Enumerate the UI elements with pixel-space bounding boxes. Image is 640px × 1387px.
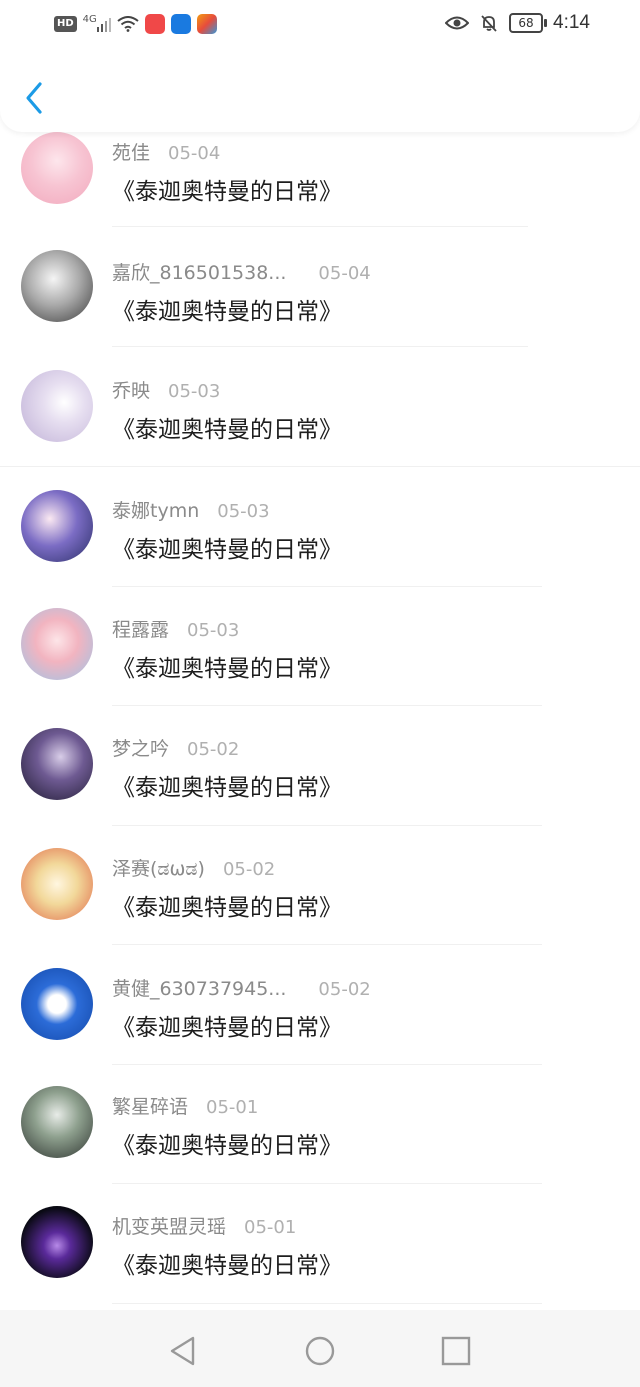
comment-date: 05-02 xyxy=(222,859,276,880)
comment-list[interactable]: 苑佳 05-04 《泰迦奥特曼的日常》 嘉欣_816501538... 05-0… xyxy=(0,0,640,1310)
comment-title: 《泰迦奥特曼的日常》 xyxy=(112,895,342,921)
divider xyxy=(112,1064,542,1065)
wifi-icon xyxy=(117,16,139,32)
nav-back-button[interactable] xyxy=(166,1334,200,1368)
comment-title: 《泰迦奥特曼的日常》 xyxy=(112,537,342,563)
avatar[interactable] xyxy=(21,608,93,680)
user-name[interactable]: 程露露 xyxy=(112,615,169,642)
battery-indicator: 68 xyxy=(509,13,548,33)
divider xyxy=(112,825,542,826)
user-name[interactable]: 乔映 xyxy=(112,376,150,403)
comment-title: 《泰迦奥特曼的日常》 xyxy=(112,417,342,443)
comment-date: 05-04 xyxy=(168,143,221,164)
bulb-app-icon xyxy=(170,14,191,34)
comment-title: 《泰迦奥特曼的日常》 xyxy=(112,656,342,682)
list-item[interactable]: 黄健_630737945... 05-02 《泰迦奥特曼的日常》 xyxy=(0,946,640,1066)
user-name[interactable]: 黄健_630737945... xyxy=(112,974,286,1001)
list-item[interactable]: 泰娜tymn 05-03 《泰迦奥特曼的日常》 xyxy=(0,468,640,588)
back-button[interactable] xyxy=(20,80,50,116)
comment-title: 《泰迦奥特曼的日常》 xyxy=(112,299,342,325)
tools-app-icon xyxy=(196,14,217,34)
signal-icon xyxy=(96,18,111,32)
avatar[interactable] xyxy=(21,728,93,800)
status-bar: HD 4G 68 4:14 xyxy=(0,0,640,52)
eye-icon xyxy=(445,16,470,30)
avatar[interactable] xyxy=(21,848,93,920)
divider xyxy=(112,226,528,227)
divider xyxy=(112,705,542,706)
comment-title: 《泰迦奥特曼的日常》 xyxy=(112,1253,342,1279)
list-item[interactable]: 嘉欣_816501538... 05-04 《泰迦奥特曼的日常》 xyxy=(0,228,640,348)
avatar[interactable] xyxy=(21,490,93,562)
comment-title: 《泰迦奥特曼的日常》 xyxy=(112,1015,342,1041)
list-item[interactable]: 泽赛(ಡωಡ) 05-02 《泰迦奥特曼的日常》 xyxy=(0,828,640,948)
clock: 4:14 xyxy=(553,12,590,33)
user-name[interactable]: 梦之吟 xyxy=(112,734,169,761)
user-name[interactable]: 机变英盟灵瑶 xyxy=(112,1212,226,1239)
divider xyxy=(112,1183,542,1184)
comment-title: 《泰迦奥特曼的日常》 xyxy=(112,1133,342,1159)
comment-date: 05-02 xyxy=(187,739,240,760)
avatar[interactable] xyxy=(21,968,93,1040)
recents-square-icon xyxy=(441,1336,471,1366)
comment-title: 《泰迦奥特曼的日常》 xyxy=(112,775,342,801)
avatar[interactable] xyxy=(21,132,93,204)
list-item[interactable]: 程露露 05-03 《泰迦奥特曼的日常》 xyxy=(0,588,640,708)
comment-date: 05-03 xyxy=(168,381,221,402)
list-item[interactable]: 乔映 05-03 《泰迦奥特曼的日常》 xyxy=(0,348,640,468)
avatar[interactable] xyxy=(21,1206,93,1278)
comment-date: 05-03 xyxy=(217,501,270,522)
nav-home-button[interactable] xyxy=(303,1334,337,1368)
avatar[interactable] xyxy=(21,370,93,442)
user-name[interactable]: 苑佳 xyxy=(112,138,150,165)
chevron-left-icon xyxy=(26,82,42,114)
user-name[interactable]: 泽赛(ಡωಡ) xyxy=(112,854,205,881)
comment-date: 05-01 xyxy=(244,1217,297,1238)
avatar[interactable] xyxy=(21,1086,93,1158)
divider xyxy=(0,466,640,467)
divider xyxy=(112,1303,542,1304)
comment-date: 05-02 xyxy=(318,979,371,1000)
comment-date: 05-01 xyxy=(206,1097,259,1118)
divider xyxy=(112,944,542,945)
nav-recents-button[interactable] xyxy=(439,1334,473,1368)
shop-app-icon xyxy=(144,14,165,34)
user-name[interactable]: 泰娜tymn xyxy=(112,496,199,523)
network-type: 4G xyxy=(82,13,97,25)
home-circle-icon xyxy=(305,1336,335,1366)
divider xyxy=(112,586,542,587)
comment-title: 《泰迦奥特曼的日常》 xyxy=(112,179,342,205)
back-triangle-icon xyxy=(170,1336,195,1366)
list-item[interactable]: 机变英盟灵瑶 05-01 《泰迦奥特曼的日常》 xyxy=(0,1186,640,1306)
hd-badge: HD xyxy=(54,16,77,32)
divider xyxy=(112,346,528,347)
comment-date: 05-03 xyxy=(187,620,240,641)
list-item[interactable]: 繁星碎语 05-01 《泰迦奥特曼的日常》 xyxy=(0,1066,640,1186)
system-nav-bar xyxy=(0,1310,640,1387)
user-name[interactable]: 繁星碎语 xyxy=(112,1092,188,1119)
bell-off-icon xyxy=(481,15,497,32)
avatar[interactable] xyxy=(21,250,93,322)
comment-date: 05-04 xyxy=(318,263,371,284)
user-name[interactable]: 嘉欣_816501538... xyxy=(112,258,286,285)
list-item[interactable]: 梦之吟 05-02 《泰迦奥特曼的日常》 xyxy=(0,708,640,828)
